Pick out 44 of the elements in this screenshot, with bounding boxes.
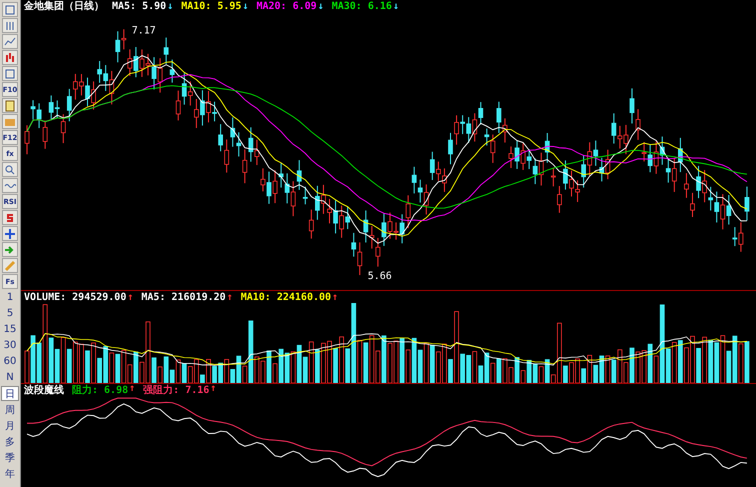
period-button[interactable]: N <box>1 370 19 385</box>
enter-icon[interactable] <box>4 244 16 256</box>
period-button[interactable]: 周 <box>1 402 19 417</box>
down-arrow: ↓ <box>167 0 174 12</box>
indicator-value: 强阻力: 7.16 <box>143 384 210 397</box>
period-button[interactable]: 30 <box>1 338 19 353</box>
indicator-value: MA10: 5.95 <box>181 0 242 12</box>
period-button[interactable]: 年 <box>1 466 19 481</box>
indicator-value: MA30: 6.16 <box>332 0 392 12</box>
down-arrow: ↓ <box>318 0 324 12</box>
indicator-value: MA20: 6.09 <box>256 0 317 12</box>
up-arrow: ↑ <box>127 292 134 302</box>
move-icon[interactable] <box>4 228 16 240</box>
indicator-value: MA5: 216019.20 <box>141 292 226 302</box>
line-chart-icon[interactable] <box>4 36 16 48</box>
down-arrow: ↓ <box>392 0 399 12</box>
s-letter-icon[interactable] <box>4 212 16 224</box>
indicator-value: 阻力: 6.98 <box>72 384 128 397</box>
chart-title: 金地集团（日线） <box>24 0 104 13</box>
period-button[interactable]: 日 <box>1 386 19 401</box>
chart-title: 波段魔线 <box>24 383 64 397</box>
up-arrow: ↑ <box>129 383 136 396</box>
period-button[interactable]: 1 <box>1 290 19 305</box>
period-button[interactable]: 月 <box>1 418 19 433</box>
magnifier-icon[interactable] <box>4 164 16 176</box>
high-price-label: 7.17 <box>132 25 156 36</box>
document-icon[interactable] <box>4 100 16 112</box>
period-button[interactable]: 15 <box>1 322 19 337</box>
bars-icon[interactable] <box>4 20 16 32</box>
indicator-value: MA5: 5.90 <box>112 0 166 12</box>
period-button[interactable]: 5 <box>1 306 19 321</box>
window-icon[interactable] <box>4 4 16 16</box>
up-arrow: ↑ <box>332 292 338 302</box>
up-arrow: ↑ <box>226 292 233 302</box>
up-arrow: ↑ <box>210 383 216 396</box>
indicator-value: VOLUME: 294529.00 <box>24 292 126 302</box>
period-button[interactable]: 60 <box>1 354 19 369</box>
down-arrow: ↓ <box>242 0 248 12</box>
low-price-label: 5.66 <box>368 271 392 282</box>
candles-icon[interactable] <box>4 52 16 64</box>
window-icon[interactable] <box>4 68 16 80</box>
indicator-value: MA10: 224160.00 <box>240 292 332 302</box>
period-button[interactable]: 多 <box>1 434 19 449</box>
period-button[interactable]: 季 <box>1 450 19 465</box>
